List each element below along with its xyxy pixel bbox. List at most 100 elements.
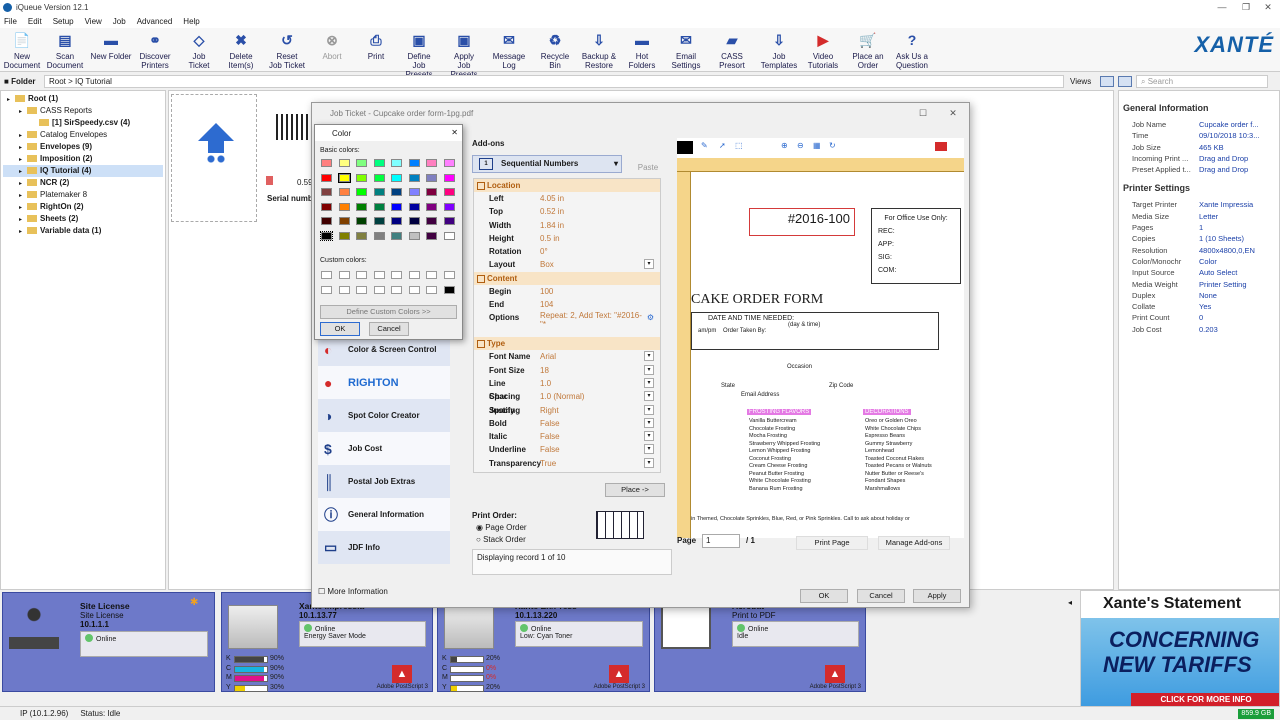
- zoom-in-icon[interactable]: ⊕: [781, 141, 788, 150]
- color-swatch[interactable]: [408, 202, 420, 211]
- general-info-value[interactable]: Drag and Drop: [1199, 153, 1248, 164]
- more-info-checkbox[interactable]: ☐ More Information: [318, 587, 388, 596]
- color-swatch[interactable]: [391, 188, 402, 196]
- tree-item[interactable]: ▸ Platemaker 8: [3, 189, 163, 201]
- color-swatch[interactable]: [356, 159, 367, 167]
- toolbar-button-cass[interactable]: ▰ CASS Presort: [715, 30, 749, 71]
- property-grid[interactable]: Location Left 4.05 in Top 0.52 in Width 1.84 i…: [473, 178, 661, 473]
- grid-view-icon[interactable]: [1100, 76, 1114, 87]
- property-value[interactable]: 0.5 in: [537, 232, 660, 245]
- property-row[interactable]: Left 4.05 in: [474, 192, 660, 205]
- tree-item[interactable]: ▸ Envelopes (9): [3, 141, 163, 153]
- tree-item[interactable]: ▸ NCR (2): [3, 177, 163, 189]
- property-row[interactable]: End 104: [474, 298, 660, 311]
- eyedropper-icon[interactable]: ✎: [701, 141, 708, 150]
- color-swatch[interactable]: [321, 159, 332, 167]
- menu-job[interactable]: Job: [113, 17, 126, 26]
- property-row[interactable]: Line Spacing 1.0 ▾: [474, 377, 660, 401]
- rotate-icon[interactable]: ↻: [829, 141, 836, 150]
- property-row[interactable]: Width 1.84 in: [474, 219, 660, 232]
- chevron-down-icon[interactable]: ▾: [644, 351, 654, 362]
- color-swatch[interactable]: [443, 231, 455, 240]
- settings-icon[interactable]: ✱: [190, 597, 198, 608]
- menu-view[interactable]: View: [85, 17, 102, 26]
- toolbar-button-recycle[interactable]: ♻ Recycle Bin: [538, 30, 572, 71]
- chevron-down-icon[interactable]: ▾: [644, 431, 654, 442]
- custom-color-slot[interactable]: [373, 285, 385, 294]
- paste-button[interactable]: Paste: [630, 153, 666, 175]
- custom-color-slot[interactable]: [356, 271, 367, 279]
- custom-color-slot[interactable]: [443, 285, 455, 294]
- color-swatch[interactable]: [373, 217, 385, 225]
- maximize-icon[interactable]: ❐: [1238, 1, 1254, 13]
- color-swatch[interactable]: [321, 217, 332, 225]
- printer-setting-value[interactable]: 1 (10 Sheets): [1199, 233, 1244, 244]
- job-thumbnail-serial[interactable]: 0.59 Serial numb: [264, 96, 316, 216]
- custom-color-slot[interactable]: [391, 285, 402, 294]
- general-info-value[interactable]: Drag and Drop: [1199, 164, 1248, 175]
- ticket-category-jdf[interactable]: ▭ JDF Info: [318, 531, 450, 564]
- color-swatch[interactable]: [426, 188, 437, 196]
- color-swatch[interactable]: [408, 159, 420, 167]
- property-row[interactable]: Font Size 18 ▾: [474, 364, 660, 377]
- breadcrumb[interactable]: Root > IQ Tutorial: [44, 75, 1064, 88]
- color-swatch[interactable]: [373, 231, 385, 240]
- property-row[interactable]: Underline False ▾: [474, 443, 660, 456]
- property-row[interactable]: Begin 100: [474, 285, 660, 298]
- banner-cta[interactable]: CLICK FOR MORE INFO: [1131, 693, 1279, 707]
- color-swatch[interactable]: [443, 202, 455, 211]
- toolbar-button-print[interactable]: ⎙ Print: [362, 30, 390, 62]
- menu-edit[interactable]: Edit: [28, 17, 42, 26]
- toolbar-button-new-document[interactable]: 📄 New Document: [3, 30, 41, 71]
- menu-help[interactable]: Help: [183, 17, 199, 26]
- color-swatch[interactable]: [408, 231, 420, 240]
- pointer-icon[interactable]: ➚: [719, 141, 726, 150]
- property-value[interactable]: False: [537, 443, 644, 456]
- property-value[interactable]: False: [537, 430, 644, 443]
- custom-color-slot[interactable]: [321, 285, 332, 294]
- minimize-icon[interactable]: —: [1214, 1, 1230, 13]
- property-value[interactable]: 18: [537, 364, 644, 377]
- general-info-value[interactable]: 09/10/2018 10:3...: [1199, 130, 1259, 141]
- printer-setting-value[interactable]: Auto Select: [1199, 267, 1237, 278]
- toolbar-button-email[interactable]: ✉ Email Settings: [668, 30, 704, 71]
- color-swatch[interactable]: [391, 202, 402, 211]
- property-value[interactable]: Box: [537, 258, 644, 271]
- property-row[interactable]: Justify Right ▾: [474, 404, 660, 417]
- printer-setting-value[interactable]: None: [1199, 290, 1217, 301]
- custom-color-slot[interactable]: [373, 271, 385, 279]
- toolbar-button-reset[interactable]: ↺ Reset Job Ticket: [267, 30, 307, 71]
- chevron-down-icon[interactable]: ▾: [644, 259, 654, 270]
- section-type[interactable]: Type: [474, 337, 660, 351]
- color-swatch[interactable]: [443, 217, 455, 225]
- ticket-category-righton[interactable]: ● RIGHTON: [318, 366, 450, 399]
- property-value[interactable]: Repeat: 2, Add Text: "#2016-"*: [537, 311, 647, 337]
- general-info-value[interactable]: 465 KB: [1199, 142, 1224, 153]
- tree-item[interactable]: ▸ Catalog Envelopes: [3, 129, 163, 141]
- property-row[interactable]: Bold False ▾: [474, 417, 660, 430]
- color-swatch[interactable]: [426, 202, 437, 211]
- color-swatch[interactable]: [391, 173, 402, 182]
- custom-color-slot[interactable]: [356, 285, 367, 294]
- custom-color-slot[interactable]: [426, 271, 437, 279]
- printer-setting-value[interactable]: Yes: [1199, 301, 1211, 312]
- property-row[interactable]: Transparency True ▾: [474, 457, 660, 470]
- ticket-category-dollar[interactable]: $ Job Cost: [318, 432, 450, 465]
- stack-order-radio[interactable]: ○ Stack Order: [476, 535, 526, 544]
- scroll-left-icon[interactable]: ◂: [1068, 598, 1072, 607]
- color-swatch[interactable]: [373, 159, 385, 167]
- zoom-out-icon[interactable]: ⊖: [797, 141, 804, 150]
- general-info-value[interactable]: Cupcake order f...: [1199, 119, 1259, 130]
- color-swatch[interactable]: [337, 172, 351, 183]
- printer-setting-value[interactable]: 0.203: [1199, 324, 1218, 335]
- tree-item[interactable]: ▸ Sheets (2): [3, 213, 163, 225]
- chevron-down-icon[interactable]: ▾: [644, 417, 654, 428]
- color-swatch[interactable]: [408, 188, 420, 196]
- toolbar-button-new-folder[interactable]: ▬ New Folder: [89, 30, 133, 62]
- color-ok-button[interactable]: OK: [320, 322, 360, 336]
- property-row[interactable]: Italic False ▾: [474, 430, 660, 443]
- color-swatch[interactable]: [356, 217, 367, 225]
- printer-setting-value[interactable]: Color: [1199, 256, 1217, 267]
- custom-color-slot[interactable]: [408, 271, 420, 279]
- custom-color-slot[interactable]: [321, 271, 332, 279]
